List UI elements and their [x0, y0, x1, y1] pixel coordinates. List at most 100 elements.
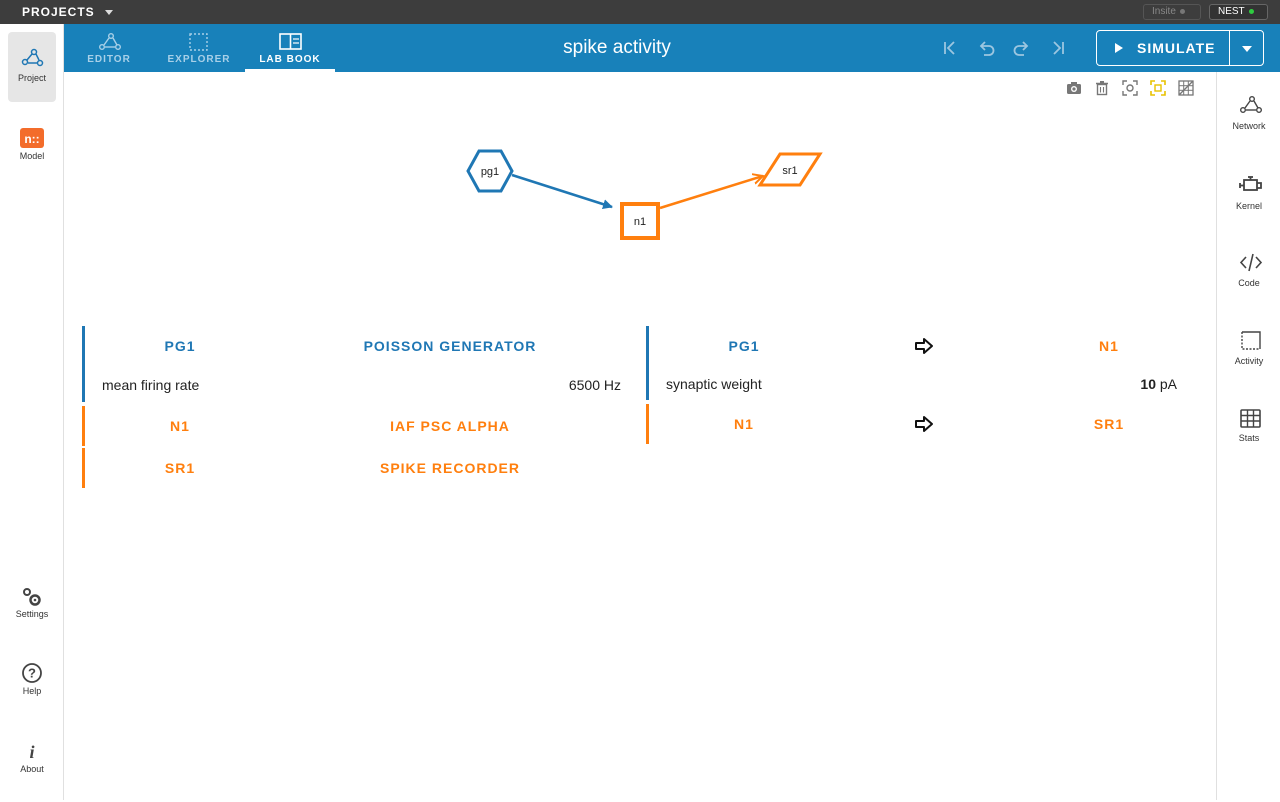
dashed-square-icon	[189, 33, 208, 51]
arrow-right-icon	[915, 338, 933, 354]
grid-toggle-button[interactable]	[1178, 80, 1194, 96]
projects-label: PROJECTS	[22, 5, 95, 19]
last-icon	[1053, 41, 1064, 55]
rnav-item-network[interactable]: Network	[1221, 94, 1277, 154]
node-row-pg1[interactable]: PG1 POISSON GENERATOR mean firing rate 6…	[82, 326, 632, 402]
last-button[interactable]	[1048, 38, 1068, 58]
param-label: mean firing rate	[102, 377, 200, 393]
nest-model-icon: n::	[20, 128, 44, 148]
status-dot-icon	[1248, 8, 1254, 14]
chevron-down-icon	[104, 10, 113, 16]
network-icon	[1240, 96, 1263, 113]
param-value: 10	[1140, 376, 1156, 392]
nav-label: Kernel	[1235, 201, 1262, 211]
tab-label: EDITOR	[87, 54, 131, 65]
nav-label: Network	[1232, 121, 1266, 131]
param-label: synaptic weight	[666, 376, 762, 392]
page-title: spike activity	[563, 37, 671, 58]
app-header: EDITOR EXPLORER LAB BOOK spike activity	[64, 24, 1280, 72]
top-bar: PROJECTS Insite NEST	[0, 0, 1280, 24]
rnav-item-kernel[interactable]: Kernel	[1221, 174, 1277, 234]
info-icon: i	[29, 742, 34, 762]
status-dot-icon	[1179, 8, 1185, 14]
tab-explorer[interactable]: EXPLORER	[154, 24, 244, 72]
node-label: n1	[634, 216, 646, 228]
nav-item-model[interactable]: n:: Model	[8, 112, 56, 182]
nav-item-about[interactable]: i About	[8, 732, 56, 802]
tab-editor[interactable]: EDITOR	[64, 24, 154, 72]
table-icon	[1240, 409, 1261, 428]
node-model: POISSON GENERATOR	[363, 338, 537, 354]
rnav-item-activity[interactable]: Activity	[1221, 330, 1277, 390]
code-icon	[1239, 253, 1263, 272]
network-icon	[99, 33, 122, 50]
connection-source: N1	[734, 416, 754, 432]
delete-button[interactable]	[1094, 80, 1110, 96]
fit-view-button[interactable]	[1150, 80, 1166, 96]
node-name: SR1	[164, 460, 196, 476]
backend-label: Insite	[1152, 6, 1176, 17]
node-name: N1	[170, 418, 190, 434]
chevron-down-icon	[1242, 46, 1252, 52]
rnav-item-code[interactable]: Code	[1221, 252, 1277, 312]
center-view-button[interactable]	[1122, 80, 1138, 96]
engine-icon	[1239, 176, 1262, 191]
backend-label: NEST	[1218, 6, 1245, 17]
graph-node-n1[interactable]: n1	[620, 202, 660, 240]
tab-label: LAB BOOK	[259, 54, 321, 65]
first-button[interactable]	[940, 38, 960, 58]
gears-icon	[23, 588, 41, 606]
book-icon	[279, 33, 302, 50]
redo-button[interactable]	[1012, 38, 1032, 58]
projects-menu-button[interactable]: PROJECTS	[22, 0, 113, 24]
first-icon	[944, 41, 955, 55]
tab-lab-book[interactable]: LAB BOOK	[245, 24, 335, 72]
left-navigation: Project n:: Model Settings ? Help i Abou…	[0, 24, 64, 800]
simulate-label: SIMULATE	[1137, 40, 1216, 56]
focus-icon	[1122, 80, 1138, 96]
camera-icon	[1067, 82, 1081, 94]
arrow-right-icon	[915, 416, 933, 432]
nav-label: Activity	[1234, 356, 1264, 366]
redo-icon	[1013, 41, 1029, 56]
node-name: PG1	[164, 338, 196, 354]
node-row-sr1[interactable]: SR1 SPIKE RECORDER	[82, 448, 632, 488]
nav-label: Project	[17, 73, 46, 83]
activity-icon	[1241, 331, 1261, 350]
connection-target: SR1	[1093, 416, 1125, 432]
node-model: IAF PSC ALPHA	[390, 418, 510, 434]
trash-icon	[1096, 81, 1108, 96]
nav-item-settings[interactable]: Settings	[8, 576, 56, 646]
connection-row-pg1-n1[interactable]: PG1 N1 synaptic weight 10 pA	[646, 326, 1196, 400]
nav-item-help[interactable]: ? Help	[8, 654, 56, 724]
network-graph[interactable]: pg1 n1 sr1	[440, 140, 840, 250]
nav-item-project[interactable]: Project	[8, 32, 56, 102]
tab-label: EXPLORER	[167, 54, 231, 65]
node-label: sr1	[782, 165, 797, 177]
svg-text:?: ?	[28, 666, 36, 681]
right-navigation: Network Kernel Code Activity Stats	[1216, 72, 1280, 800]
graph-node-sr1[interactable]: sr1	[757, 152, 823, 187]
backend-chip-insite[interactable]: Insite	[1143, 4, 1201, 20]
graph-node-pg1[interactable]: pg1	[466, 149, 514, 193]
undo-button[interactable]	[976, 38, 996, 58]
nav-label: About	[20, 764, 44, 774]
simulate-button[interactable]: SIMULATE	[1096, 30, 1230, 66]
nav-label: Stats	[1238, 433, 1260, 443]
nav-label: Settings	[15, 609, 49, 619]
connection-edge-n1-sr1[interactable]	[659, 176, 763, 210]
simulate-options-button[interactable]	[1229, 30, 1264, 66]
param-unit: pA	[1159, 376, 1177, 392]
help-circle-icon: ?	[22, 663, 42, 683]
network-icon	[21, 48, 44, 67]
backend-chip-nest[interactable]: NEST	[1209, 4, 1268, 20]
svg-text:n::: n::	[24, 132, 39, 146]
grid-icon	[1178, 80, 1194, 96]
connection-target: N1	[1099, 338, 1119, 354]
rnav-item-stats[interactable]: Stats	[1221, 408, 1277, 468]
node-row-n1[interactable]: N1 IAF PSC ALPHA	[82, 406, 632, 446]
connection-row-n1-sr1[interactable]: N1 SR1	[646, 404, 1196, 444]
node-model: SPIKE RECORDER	[379, 460, 521, 476]
connection-edge-pg1-n1[interactable]	[511, 173, 613, 210]
screenshot-button[interactable]	[1066, 80, 1082, 96]
